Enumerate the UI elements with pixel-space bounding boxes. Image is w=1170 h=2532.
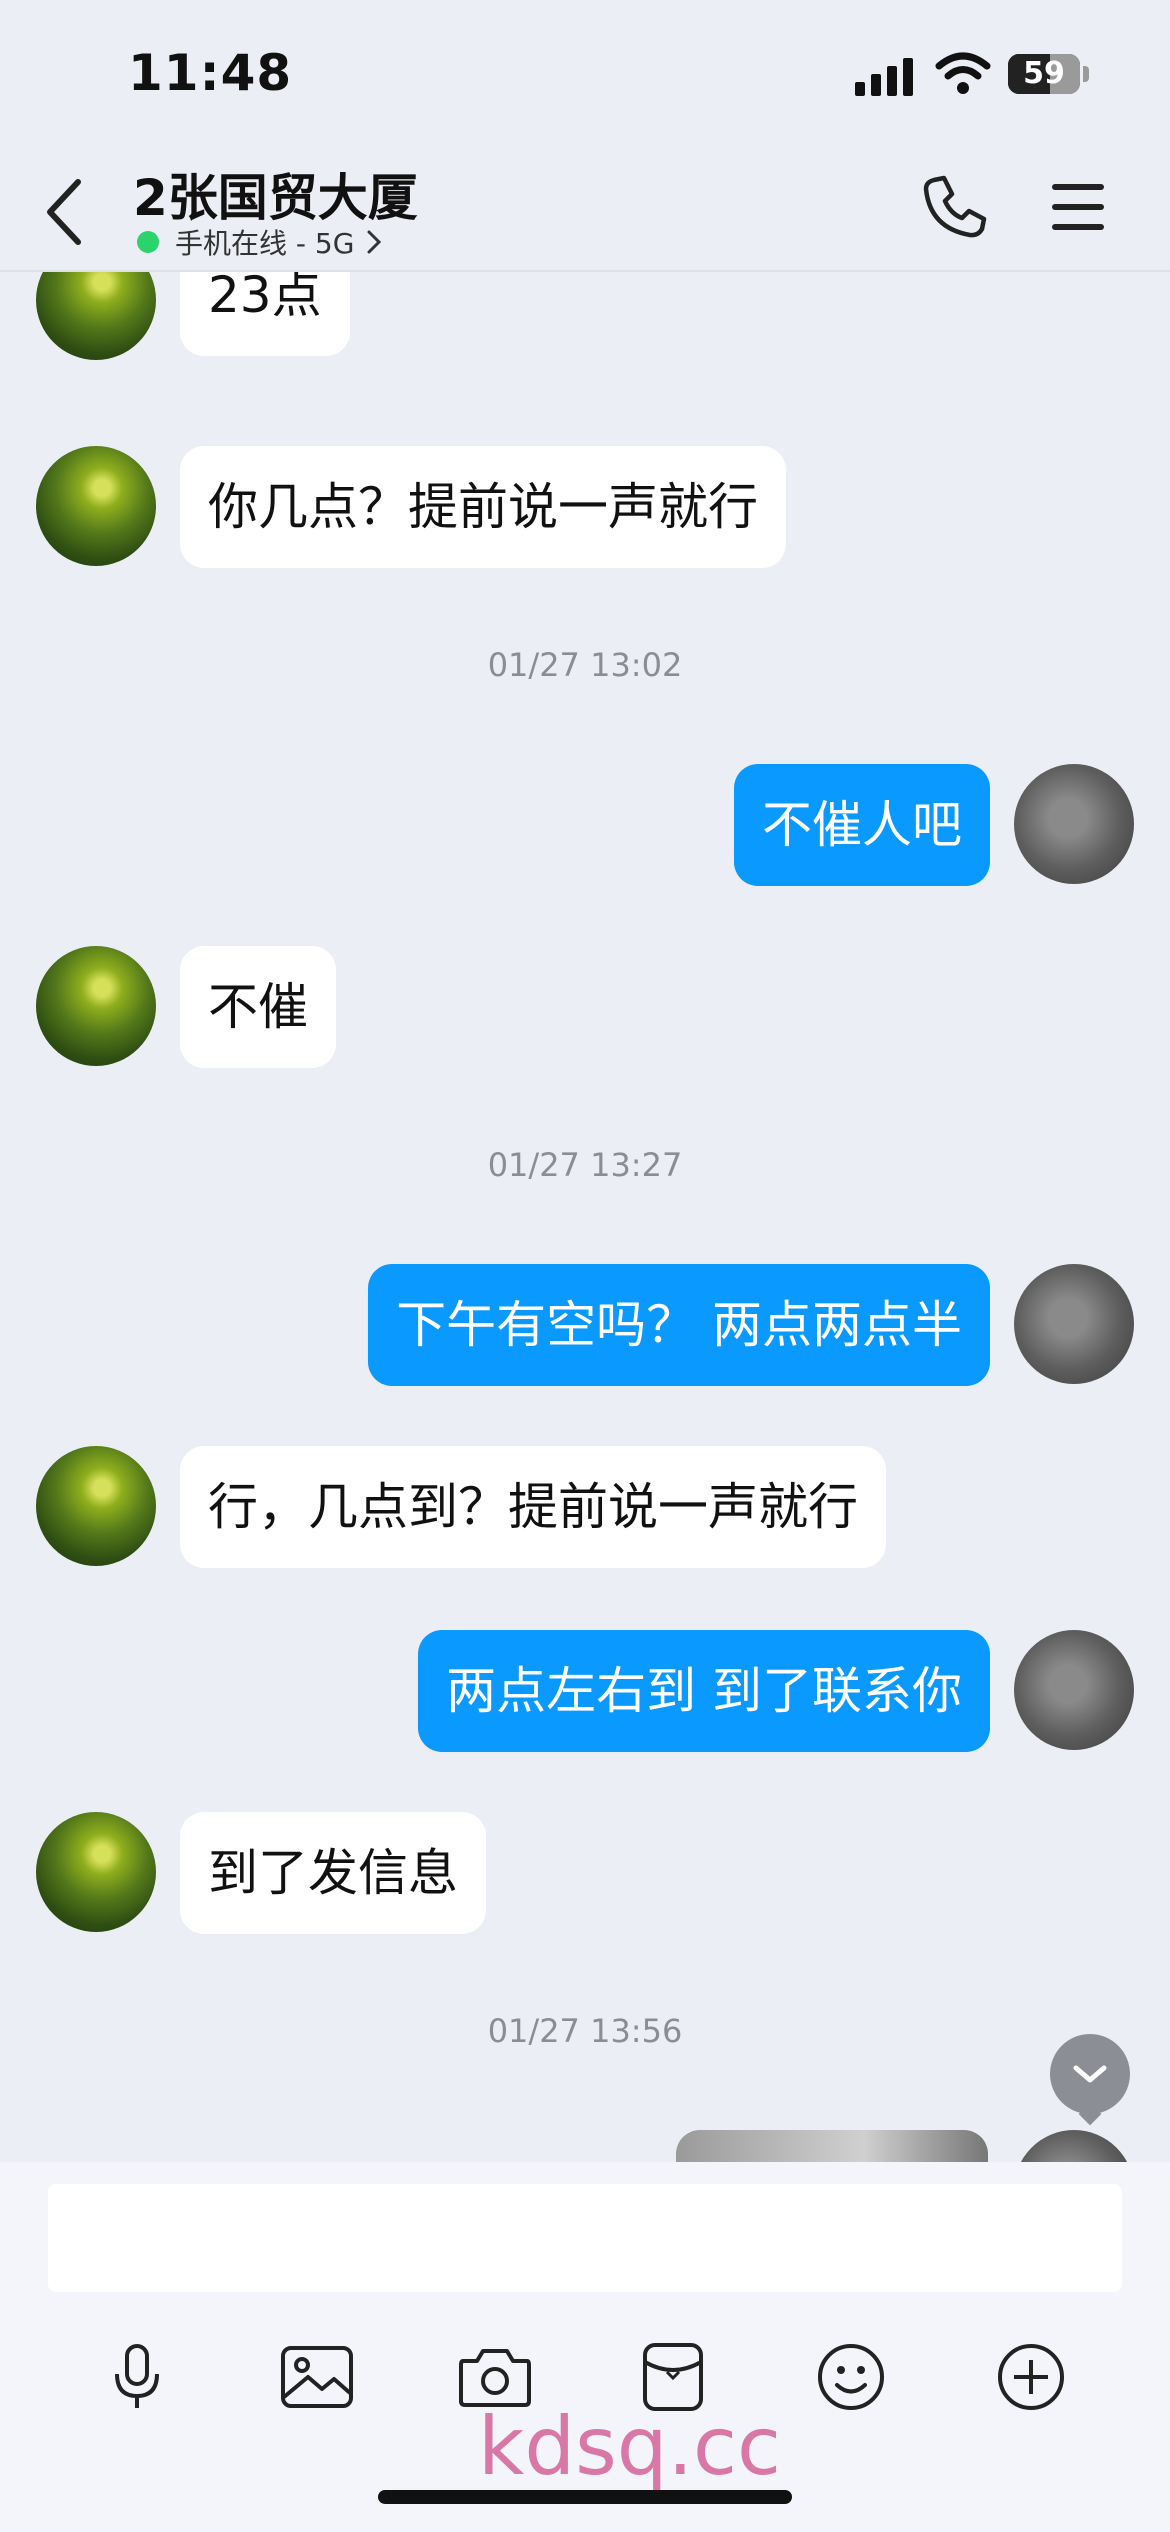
back-icon[interactable] [40, 172, 90, 252]
home-indicator[interactable] [378, 2490, 792, 2504]
online-status-text: 手机在线 - 5G [175, 227, 355, 260]
chevron-right-icon [367, 230, 382, 254]
contact-avatar[interactable] [36, 1812, 156, 1932]
status-bar: 11:48 59 [0, 0, 1170, 150]
outgoing-message[interactable]: 不催人吧 [734, 764, 990, 886]
message-input[interactable] [48, 2184, 1122, 2292]
incoming-message[interactable]: 到了发信息 [180, 1812, 486, 1934]
my-avatar[interactable] [1014, 1264, 1134, 1384]
menu-icon[interactable] [1052, 182, 1104, 232]
emoji-icon[interactable] [806, 2332, 896, 2422]
timestamp: 01/27 13:27 [487, 1146, 683, 1184]
microphone-icon[interactable] [92, 2332, 182, 2422]
my-avatar[interactable] [1014, 1630, 1134, 1750]
contact-avatar[interactable] [36, 272, 156, 360]
timestamp: 01/27 13:02 [487, 646, 683, 684]
image-icon[interactable] [272, 2332, 362, 2422]
plus-icon[interactable] [986, 2332, 1076, 2422]
cellular-signal-icon [855, 58, 913, 96]
battery-indicator: 59 [1008, 54, 1080, 94]
incoming-message[interactable]: 不催 [180, 946, 336, 1068]
contact-avatar[interactable] [36, 946, 156, 1066]
watermark: kdsq.cc [478, 2400, 781, 2493]
chevron-down-icon [1073, 2065, 1107, 2083]
incoming-message[interactable]: 23点 [180, 272, 350, 356]
online-status[interactable]: 手机在线 - 5G [137, 222, 384, 262]
phone-call-icon[interactable] [920, 172, 990, 242]
incoming-message[interactable]: 你几点？提前说一声就行 [180, 446, 786, 568]
my-avatar[interactable] [1014, 764, 1134, 884]
wifi-icon [935, 52, 991, 94]
timestamp: 01/27 13:56 [487, 2012, 683, 2050]
my-avatar[interactable] [1014, 2130, 1134, 2162]
contact-avatar[interactable] [36, 446, 156, 566]
outgoing-message[interactable]: 下午有空吗？ 两点两点半 [368, 1264, 990, 1386]
chat-header: 2张国贸大厦 手机在线 - 5G [0, 150, 1170, 270]
contact-avatar[interactable] [36, 1446, 156, 1566]
image-message[interactable] [676, 2130, 988, 2162]
online-dot-icon [137, 231, 159, 253]
scroll-to-bottom-button[interactable] [1050, 2034, 1130, 2114]
incoming-message[interactable]: 行，几点到？提前说一声就行 [180, 1446, 886, 1568]
chat-title[interactable]: 2张国贸大厦 [133, 158, 418, 230]
outgoing-message[interactable]: 两点左右到 到了联系你 [418, 1630, 990, 1752]
message-list[interactable]: 23点 你几点？提前说一声就行 01/27 13:02 不催人吧 不催 01/2… [0, 272, 1170, 2162]
status-time: 11:48 [128, 44, 293, 102]
